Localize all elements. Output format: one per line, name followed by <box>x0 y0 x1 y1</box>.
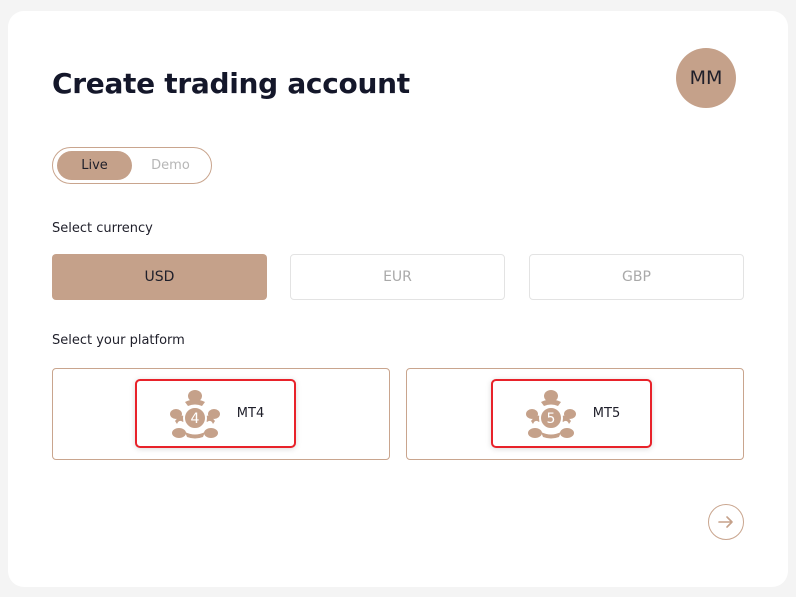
demo-option[interactable]: Demo <box>133 151 208 180</box>
platform-mt5-highlight[interactable]: 5 MT5 <box>491 379 652 448</box>
platform-mt4-highlight[interactable]: 4 MT4 <box>135 379 296 448</box>
live-option[interactable]: Live <box>57 151 132 180</box>
account-type-toggle: Live Demo <box>52 147 212 184</box>
mt4-badge-text: 4 <box>190 411 199 427</box>
page-title: Create trading account <box>52 67 410 100</box>
arrow-right-icon <box>718 516 733 528</box>
currency-label: Select currency <box>52 221 153 236</box>
metatrader-5-icon: 5 <box>525 389 576 438</box>
mt5-badge-text: 5 <box>546 411 555 427</box>
currency-gbp-button[interactable]: GBP <box>529 254 744 300</box>
currency-eur-button[interactable]: EUR <box>290 254 505 300</box>
avatar[interactable]: MM <box>676 48 736 108</box>
mt5-label: MT5 <box>592 406 621 421</box>
avatar-initials: MM <box>689 67 723 89</box>
next-button[interactable] <box>708 504 744 540</box>
platform-mt4-card[interactable]: 4 MT4 <box>52 368 390 460</box>
mt4-label: MT4 <box>236 406 265 421</box>
metatrader-4-icon: 4 <box>169 389 220 438</box>
currency-usd-button[interactable]: USD <box>52 254 267 300</box>
platform-label: Select your platform <box>52 333 185 348</box>
platform-mt5-card[interactable]: 5 MT5 <box>406 368 744 460</box>
